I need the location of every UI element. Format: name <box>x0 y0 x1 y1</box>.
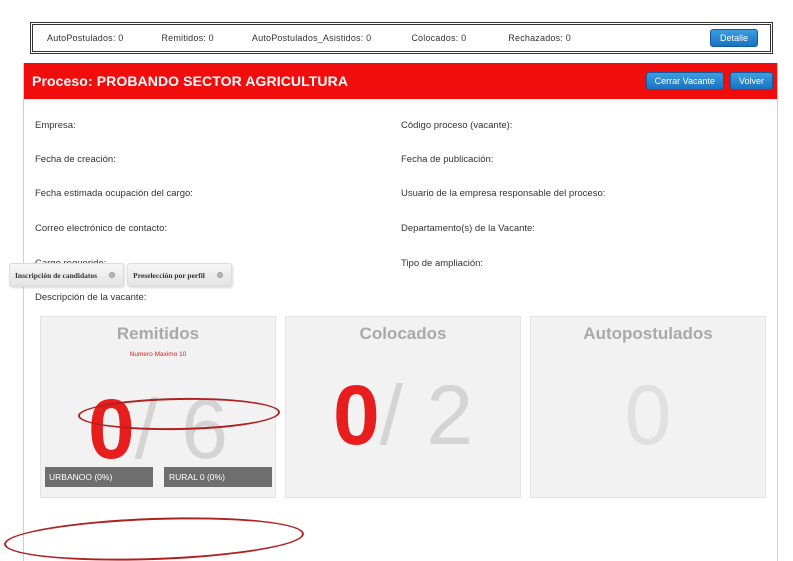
step-status-icon <box>109 272 116 278</box>
process-header: Proceso: PROBANDO SECTOR AGRICULTURA Cer… <box>24 63 777 99</box>
field-codigo-proceso: Código proceso (vacante): <box>401 120 513 131</box>
step-status-icon <box>216 272 223 278</box>
detail-button[interactable]: Detalle <box>709 29 758 47</box>
process-details: Empresa: Código proceso (vacante): Fecha… <box>24 99 777 325</box>
card-autopostulados-title: Autopostulados <box>583 324 713 343</box>
autopostulados-counter: 0 <box>531 365 765 465</box>
stat-remitidos: Remitidos: 0 <box>161 33 214 43</box>
stat-rechazados: Rechazados: 0 <box>508 33 571 43</box>
field-departamento: Departamento(s) de la Vacante: <box>401 223 535 234</box>
card-colocados: Colocados 0/ 2 <box>285 316 521 498</box>
card-remitidos-note: Numero Maximo 10 <box>129 351 187 358</box>
field-fecha-publicacion: Fecha de publicación: <box>401 154 494 165</box>
process-steps: Inscripción de candidatos Preselección p… <box>9 263 235 287</box>
autopostulados-value: 0 <box>624 368 672 462</box>
urbano-button[interactable]: URBANOO (0%) <box>45 467 153 487</box>
step-inscripcion[interactable]: Inscripción de candidatos <box>9 263 125 287</box>
card-autopostulados: Autopostulados 0 <box>530 316 766 498</box>
field-fecha-creacion: Fecha de creación: <box>35 154 116 165</box>
stat-autopostulados-asistidos: AutoPostulados_Asistidos: 0 <box>251 33 372 43</box>
field-empresa: Empresa: <box>35 120 76 131</box>
field-correo: Correo electrónico de contacto: <box>35 223 168 234</box>
card-remitidos-title: Remitidos <box>116 324 200 343</box>
step-preseleccion-label: Preselección por perfil <box>133 270 205 280</box>
step-preseleccion[interactable]: Preselección por perfil <box>127 263 232 287</box>
colocados-value: 0 <box>332 368 380 462</box>
process-title: Proceso: PROBANDO SECTOR AGRICULTURA <box>32 73 349 89</box>
remitidos-value: 0 <box>87 382 135 476</box>
rural-button[interactable]: RURAL 0 (0%) <box>164 467 272 487</box>
colocados-total: 2 <box>426 368 474 462</box>
close-vacancy-button[interactable]: Cerrar Vacante <box>645 72 724 90</box>
field-usuario-responsable: Usuario de la empresa responsable del pr… <box>401 188 606 199</box>
field-descripcion: Descripción de la vacante: <box>35 292 147 303</box>
stat-autopostulados: AutoPostulados: 0 <box>47 33 124 43</box>
card-colocados-title: Colocados <box>359 324 447 343</box>
colocados-counter: 0/ 2 <box>332 368 474 462</box>
step-inscripcion-label: Inscripción de candidatos <box>15 270 98 280</box>
back-button[interactable]: Volver <box>729 72 773 90</box>
field-tipo-ampliacion: Tipo de ampliación: <box>401 258 484 269</box>
stat-colocados: Colocados: 0 <box>411 33 467 43</box>
summary-bar: AutoPostulados: 0 Remitidos: 0 AutoPostu… <box>30 22 773 54</box>
field-fecha-estimada: Fecha estimada ocupación del cargo: <box>35 188 193 199</box>
